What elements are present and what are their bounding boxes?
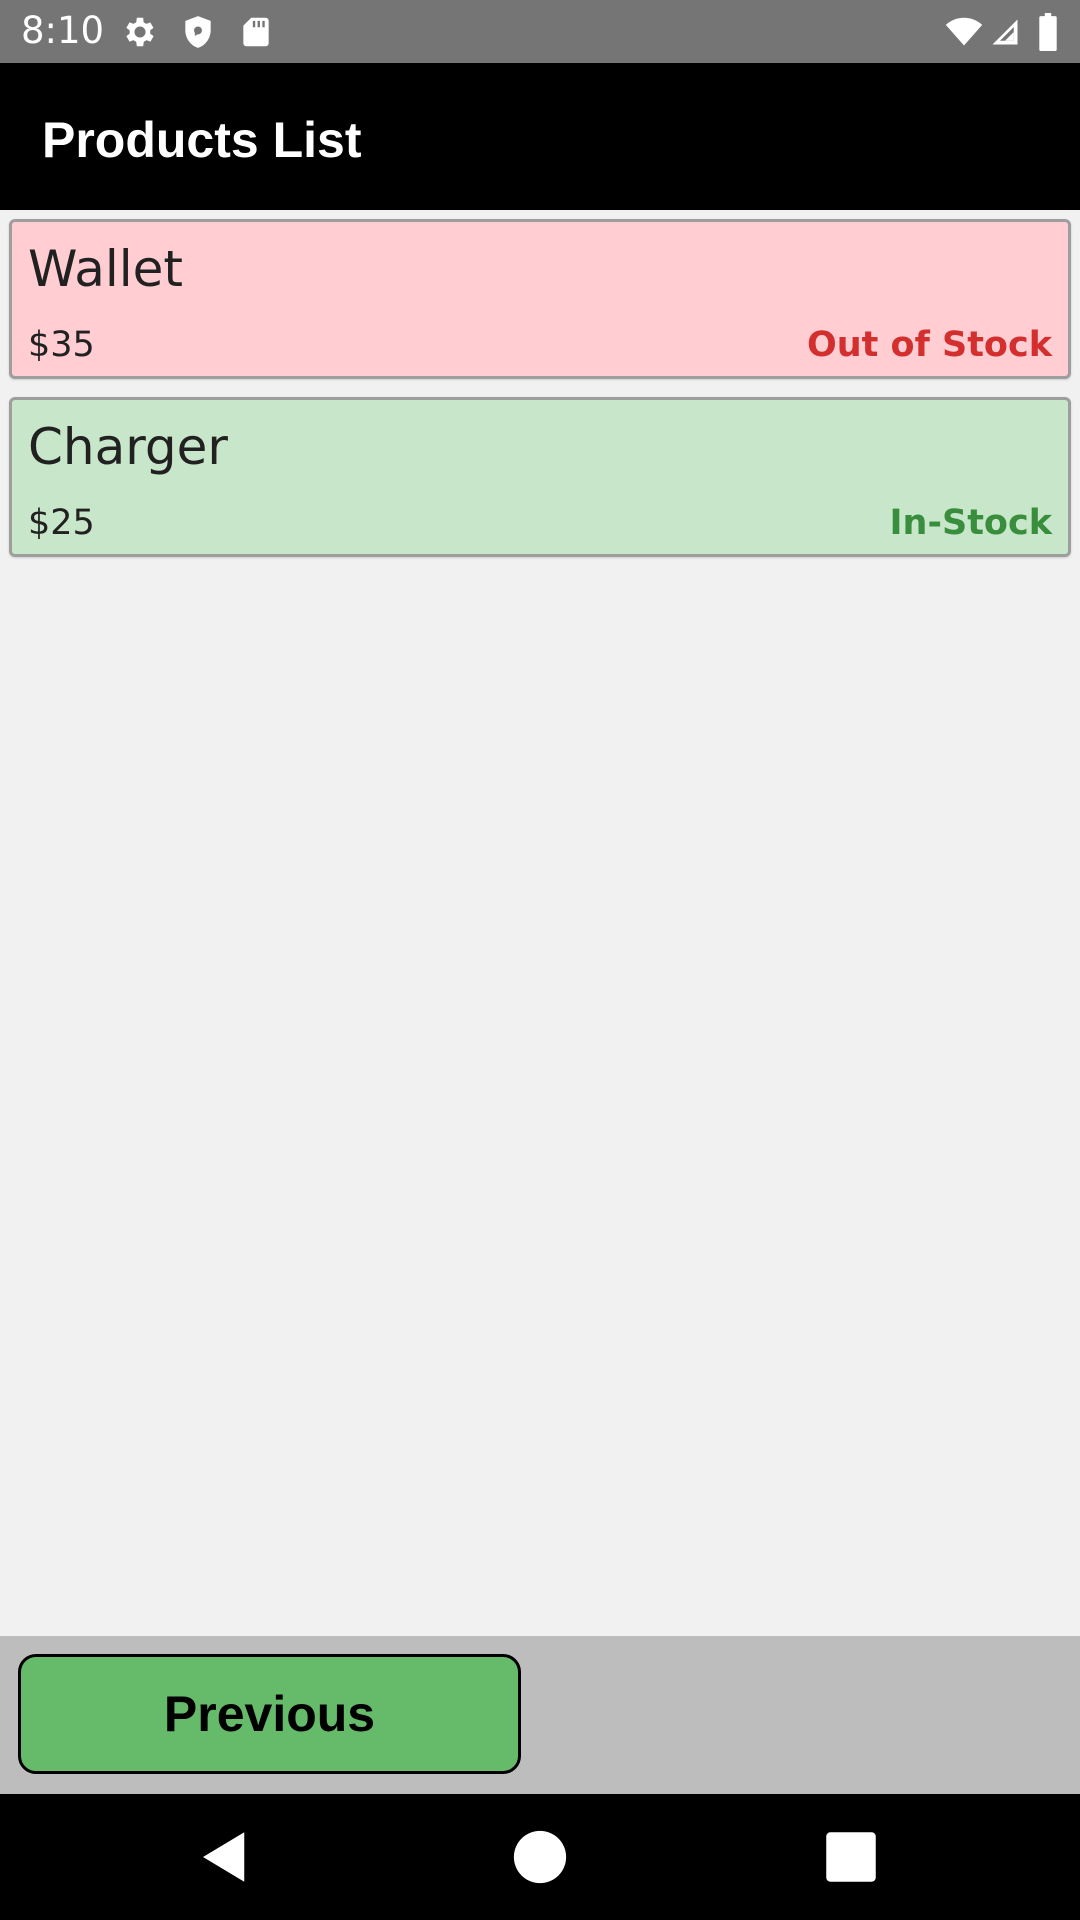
recents-icon[interactable] [818,1824,884,1890]
product-name: Wallet [28,240,184,298]
shield-icon [178,13,218,51]
gear-icon [120,13,160,51]
product-list: Wallet $35 Out of Stock Charger $25 In-S… [9,219,1071,575]
system-nav-bar [0,1794,1080,1920]
app-bar: Products List [0,63,1080,210]
product-price: $35 [28,325,95,365]
signal-icon [990,13,1020,51]
sd-card-icon [236,13,276,51]
product-card-wallet[interactable]: Wallet $35 Out of Stock [9,219,1071,379]
product-stock-status: In-Stock [889,503,1052,543]
page-title: Products List [42,112,362,168]
screen: 8:10 Products List Wallet $35 Out of Sto… [0,0,1080,1920]
wifi-icon [942,13,986,51]
home-icon[interactable] [507,1824,573,1890]
product-card-charger[interactable]: Charger $25 In-Stock [9,397,1071,557]
bottom-bar: Previous [0,1636,1080,1794]
status-time: 8:10 [21,9,105,52]
back-icon[interactable] [192,1824,258,1890]
product-stock-status: Out of Stock [806,325,1052,365]
previous-button[interactable]: Previous [18,1654,521,1774]
product-price: $25 [28,503,95,543]
battery-icon [1036,13,1060,51]
product-name: Charger [28,418,228,476]
status-bar: 8:10 [0,0,1080,63]
